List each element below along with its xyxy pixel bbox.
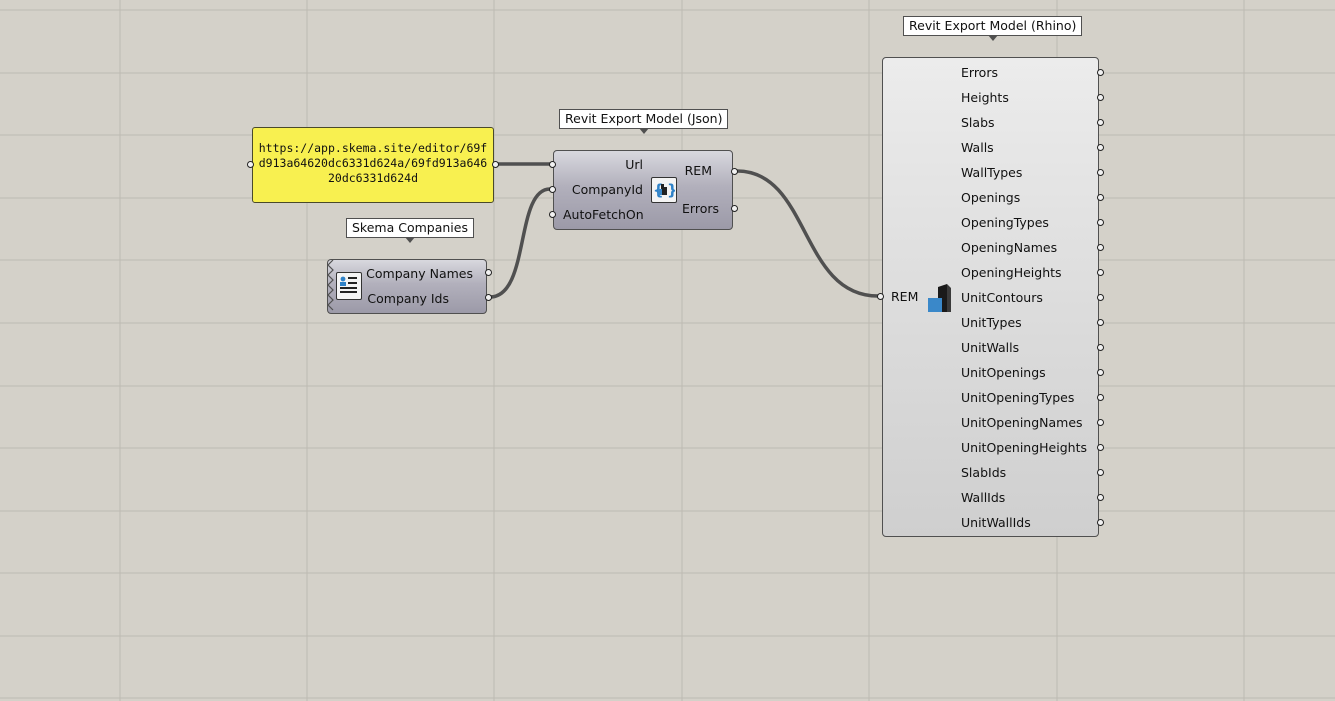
output-label-errors: Errors	[682, 201, 719, 216]
input-label-rem: REM	[891, 289, 919, 304]
port-walltypes-out[interactable]	[1097, 169, 1104, 176]
input-label-companyid: CompanyId	[571, 182, 643, 197]
output-label-company-names: Company Names	[366, 266, 473, 281]
output-label-unitcontours: UnitContours	[961, 290, 1043, 305]
revit-export-json-icon: { }	[651, 177, 678, 203]
output-label-unitwallids: UnitWallIds	[961, 515, 1031, 530]
port-openingheights-out[interactable]	[1097, 269, 1104, 276]
skema-companies-component[interactable]: Company Names Company Ids	[327, 259, 487, 314]
json-component-tooltip: Revit Export Model (Json)	[559, 109, 729, 134]
output-label-openingnames: OpeningNames	[961, 240, 1058, 255]
output-label-slabids: SlabIds	[961, 465, 1007, 480]
port-unitcontours-out[interactable]	[1097, 294, 1104, 301]
company-list-icon	[336, 272, 362, 300]
wire-rem-to-rem	[736, 169, 879, 298]
port-openingtypes-out[interactable]	[1097, 219, 1104, 226]
output-label-unitopeningheights: UnitOpeningHeights	[961, 440, 1087, 455]
revit-export-rhino-icon	[925, 284, 955, 314]
port-openingnames-out[interactable]	[1097, 244, 1104, 251]
output-label-walltypes: WallTypes	[961, 165, 1023, 180]
port-walls-out[interactable]	[1097, 144, 1104, 151]
port-company-ids-out[interactable]	[485, 294, 492, 301]
output-label-unitopeningnames: UnitOpeningNames	[961, 415, 1083, 430]
output-label-slabs: Slabs	[961, 115, 995, 130]
port-unitwalls-out[interactable]	[1097, 344, 1104, 351]
companies-component-tooltip: Skema Companies	[346, 218, 474, 243]
url-panel-text: https://app.skema.site/editor/69fd913a64…	[258, 141, 488, 185]
url-panel-output-port[interactable]	[492, 161, 499, 168]
port-heights-out[interactable]	[1097, 94, 1104, 101]
port-slabs-out[interactable]	[1097, 119, 1104, 126]
port-wallids-out[interactable]	[1097, 494, 1104, 501]
output-label-unitopeningtypes: UnitOpeningTypes	[961, 390, 1075, 405]
output-label-openingtypes: OpeningTypes	[961, 215, 1049, 230]
companies-component-tooltip-text: Skema Companies	[352, 220, 468, 235]
output-label-openings: Openings	[961, 190, 1021, 205]
rhino-component-tooltip-text: Revit Export Model (Rhino)	[909, 18, 1077, 33]
port-errors-out[interactable]	[1097, 69, 1104, 76]
output-label-unitopenings: UnitOpenings	[961, 365, 1046, 380]
input-label-autofetchon: AutoFetchOn	[563, 207, 644, 222]
output-label-walls: Walls	[961, 140, 994, 155]
input-label-url: Url	[625, 157, 643, 172]
port-rem-in[interactable]	[877, 293, 884, 300]
zigzag-edge	[327, 260, 334, 311]
rhino-component-tooltip: Revit Export Model (Rhino)	[903, 16, 1083, 41]
port-slabids-out[interactable]	[1097, 469, 1104, 476]
port-url[interactable]	[549, 161, 556, 168]
output-label-rem: REM	[684, 163, 712, 178]
output-label-wallids: WallIds	[961, 490, 1006, 505]
wire-companyids-to-companyid	[489, 187, 551, 299]
port-unittypes-out[interactable]	[1097, 319, 1104, 326]
port-unitopeningheights-out[interactable]	[1097, 444, 1104, 451]
output-label-company-ids: Company Ids	[367, 291, 449, 306]
port-openings-out[interactable]	[1097, 194, 1104, 201]
svg-text:}: }	[667, 181, 675, 199]
wires-layer	[489, 162, 879, 299]
output-label-errors: Errors	[961, 65, 998, 80]
port-unitopeningnames-out[interactable]	[1097, 419, 1104, 426]
output-label-openingheights: OpeningHeights	[961, 265, 1062, 280]
port-unitopenings-out[interactable]	[1097, 369, 1104, 376]
url-panel[interactable]: https://app.skema.site/editor/69fd913a64…	[252, 127, 494, 203]
revit-export-rhino-component[interactable]: REM Errors Heights Slabs Walls WallTypes Open…	[882, 57, 1099, 537]
output-label-unitwalls: UnitWalls	[961, 340, 1020, 355]
port-autofetchon[interactable]	[549, 211, 556, 218]
json-component-tooltip-text: Revit Export Model (Json)	[565, 111, 723, 126]
output-label-unittypes: UnitTypes	[961, 315, 1022, 330]
port-unitwallids-out[interactable]	[1097, 519, 1104, 526]
port-errors-out[interactable]	[731, 205, 738, 212]
port-rem-out[interactable]	[731, 168, 738, 175]
port-companyid[interactable]	[549, 186, 556, 193]
output-label-heights: Heights	[961, 90, 1009, 105]
port-company-names-out[interactable]	[485, 269, 492, 276]
port-unitopeningtypes-out[interactable]	[1097, 394, 1104, 401]
url-panel-input-port[interactable]	[247, 161, 254, 168]
revit-export-json-component[interactable]: Url CompanyId AutoFetchOn REM Errors { }	[553, 150, 733, 230]
